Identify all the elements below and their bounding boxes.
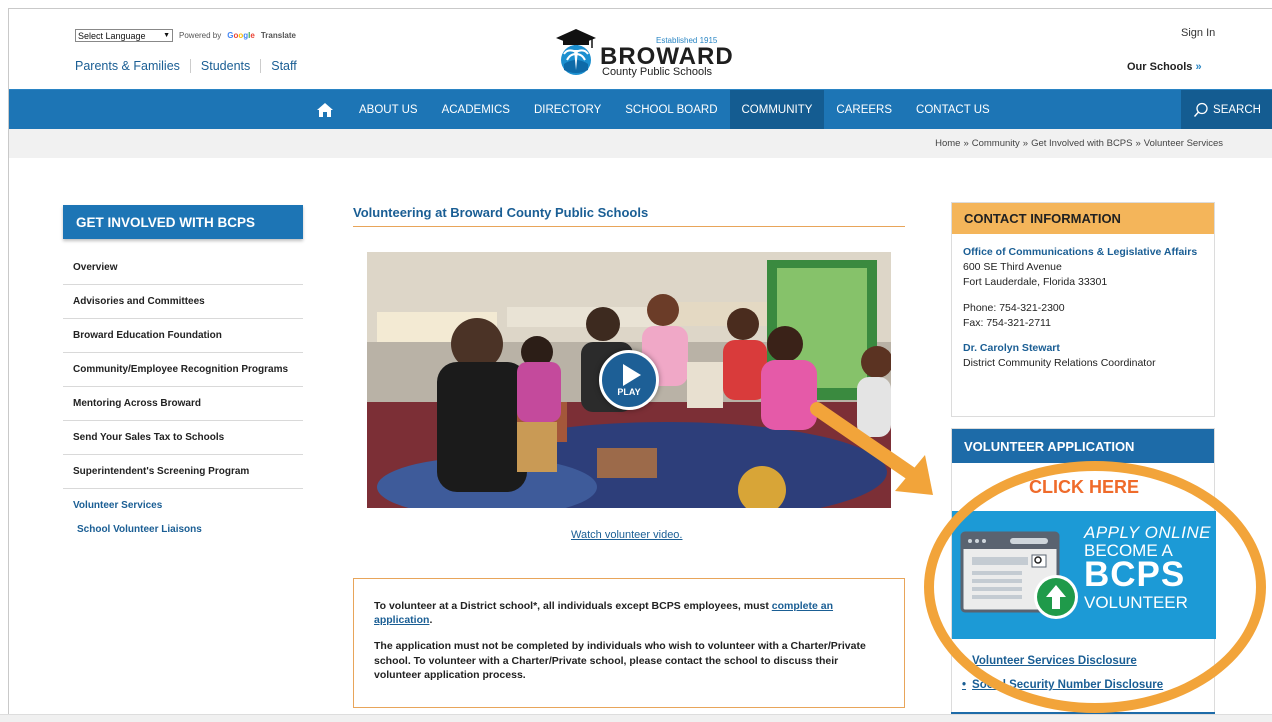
contact-info-title: CONTACT INFORMATION <box>952 203 1214 234</box>
contact-address-1: 600 SE Third Avenue <box>963 261 1062 274</box>
nav-directory[interactable]: DIRECTORY <box>522 90 613 130</box>
sidebar-list: Overview Advisories and Committees Browa… <box>63 251 303 543</box>
contact-org-link[interactable]: Office of Communications & Legislative A… <box>963 245 1203 260</box>
our-schools-link[interactable]: Our Schools » <box>1127 61 1202 73</box>
search-icon <box>1194 102 1208 117</box>
students-link[interactable]: Students <box>189 59 260 73</box>
language-select[interactable]: Select Language ▼ <box>75 29 173 42</box>
logo-emblem-icon <box>556 29 596 75</box>
bullet-icon: • <box>962 679 967 691</box>
site-header: Select Language ▼ Powered by Google Tran… <box>9 9 1272 89</box>
notice-paragraph-1: To volunteer at a District school*, all … <box>374 599 884 627</box>
play-icon <box>622 363 641 386</box>
ssn-disclosure-link[interactable]: • Social Security Number Disclosure <box>962 679 1163 691</box>
sidebar-item-mentoring[interactable]: Mentoring Across Broward <box>63 387 303 421</box>
staff-link[interactable]: Staff <box>260 59 306 73</box>
language-select-value: Select Language <box>78 30 146 41</box>
contact-address-2: Fort Lauderdale, Florida 33301 <box>963 276 1108 289</box>
nav-about-us[interactable]: ABOUT US <box>347 90 430 130</box>
home-icon[interactable] <box>316 101 334 119</box>
contact-person-link[interactable]: Dr. Carolyn Stewart <box>963 341 1203 356</box>
volunteer-links: • Volunteer Services Disclosure • Social S… <box>962 655 1163 703</box>
translate-bar: Select Language ▼ Powered by Google Tran… <box>75 29 296 42</box>
play-button[interactable]: PLAY <box>599 350 659 410</box>
sidebar-title: GET INVOLVED WITH BCPS <box>63 205 303 239</box>
sign-in-link[interactable]: Sign In <box>1181 27 1215 39</box>
click-here-label: CLICK HERE <box>1028 477 1139 497</box>
contact-info-body: Office of Communications & Legislative A… <box>952 234 1214 383</box>
breadcrumb-separator: » <box>963 138 969 149</box>
breadcrumb-current: Volunteer Services <box>1143 138 1223 149</box>
sidebar-item-overview[interactable]: Overview <box>63 251 303 285</box>
application-notice: To volunteer at a District school*, all … <box>353 578 905 708</box>
breadcrumb-separator: » <box>1022 138 1029 149</box>
page: Select Language ▼ Powered by Google Tran… <box>8 8 1272 722</box>
sidebar-item-screening-program[interactable]: Superintendent's Screening Program <box>63 455 303 489</box>
parents-families-link[interactable]: Parents & Families <box>75 59 190 73</box>
breadcrumb: Home» Community» Get Involved with BCPS» Vo… <box>935 138 1223 149</box>
page-title: Volunteering at Broward County Public Sc… <box>353 205 905 227</box>
volunteer-text: VOLUNTEER <box>1084 593 1188 612</box>
nav-contact-us[interactable]: CONTACT US <box>904 90 1002 130</box>
broward-logo[interactable]: Established 1915 BROWARD County Public S… <box>552 26 733 78</box>
nav-school-board[interactable]: SCHOOL BOARD <box>613 90 729 130</box>
nav-academics[interactable]: ACADEMICS <box>430 90 522 130</box>
nav-items: ABOUT US ACADEMICS DIRECTORY SCHOOL BOAR… <box>347 90 1002 130</box>
logo-subtitle: County Public Schools <box>602 66 713 78</box>
contact-info-box: CONTACT INFORMATION Office of Communicat… <box>951 202 1215 417</box>
volunteer-application-title: VOLUNTEER APPLICATION <box>952 429 1214 463</box>
chevron-right-icon: » <box>1195 61 1202 73</box>
volunteer-video[interactable]: PLAY <box>367 252 891 508</box>
bullet-icon: • <box>962 655 967 667</box>
bcps-text: BCPS <box>1084 555 1186 594</box>
notice-paragraph-2: The application must not be completed by… <box>374 640 866 681</box>
contact-person-block: Dr. Carolyn Stewart District Community R… <box>963 341 1203 371</box>
search-button[interactable]: SEARCH <box>1181 90 1272 130</box>
sidebar-subitem-volunteer-liaisons[interactable]: School Volunteer Liaisons <box>63 523 303 543</box>
sidebar: GET INVOLVED WITH BCPS Overview Advisori… <box>63 205 303 543</box>
sidebar-item-volunteer-services[interactable]: Volunteer Services <box>63 489 303 523</box>
volunteer-services-disclosure-link[interactable]: • Volunteer Services Disclosure <box>962 655 1163 667</box>
horizontal-scrollbar[interactable] <box>0 714 1272 722</box>
contact-phone: Phone: 754-321-2300 <box>963 301 1065 314</box>
sidebar-item-sales-tax[interactable]: Send Your Sales Tax to Schools <box>63 421 303 455</box>
sidebar-item-advisories[interactable]: Advisories and Committees <box>63 285 303 319</box>
translate-label: Translate <box>260 31 296 40</box>
watch-video-link[interactable]: Watch volunteer video. <box>571 529 682 541</box>
chevron-down-icon: ▼ <box>163 32 170 39</box>
contact-address-block: Office of Communications & Legislative A… <box>963 245 1203 291</box>
nav-careers[interactable]: CAREERS <box>824 90 904 130</box>
contact-fax: Fax: 754-321-2711 <box>963 316 1051 329</box>
breadcrumb-separator: » <box>1135 138 1141 149</box>
search-label: SEARCH <box>1213 104 1261 116</box>
apply-online-text: APPLY ONLINE <box>1084 523 1211 542</box>
apply-online-banner[interactable]: APPLY ONLINE BECOME A BCPS VOLUNTEER <box>952 511 1216 639</box>
breadcrumb-home[interactable]: Home <box>935 138 960 149</box>
sidebar-item-education-foundation[interactable]: Broward Education Foundation <box>63 319 303 353</box>
our-schools-label: Our Schools <box>1127 61 1193 73</box>
volunteer-application-box: VOLUNTEER APPLICATION CLICK HERE APPLY O… <box>951 428 1216 718</box>
notice-text-1-end: . <box>429 614 433 627</box>
main-content: Volunteering at Broward County Public Sc… <box>353 205 905 708</box>
main-nav: ABOUT US ACADEMICS DIRECTORY SCHOOL BOAR… <box>9 89 1272 130</box>
contact-person-title: District Community Relations Coordinator <box>963 357 1156 370</box>
notice-text-1: To volunteer at a District school*, all … <box>374 600 772 612</box>
nav-community[interactable]: COMMUNITY <box>729 90 825 130</box>
breadcrumb-bar: Home» Community» Get Involved with BCPS» Vo… <box>9 129 1272 158</box>
contact-phone-block: Phone: 754-321-2300 Fax: 754-321-2711 <box>963 301 1203 331</box>
powered-by-label: Powered by <box>179 31 222 40</box>
google-logo: Google <box>227 31 255 40</box>
breadcrumb-get-involved[interactable]: Get Involved with BCPS <box>1031 138 1132 149</box>
application-form-icon <box>960 531 1078 619</box>
breadcrumb-community[interactable]: Community <box>972 138 1020 149</box>
audience-nav: Parents & Families Students Staff <box>75 59 307 73</box>
right-column: CONTACT INFORMATION Office of Communicat… <box>951 202 1216 718</box>
sidebar-item-recognition-programs[interactable]: Community/Employee Recognition Programs <box>63 353 303 387</box>
play-label: PLAY <box>617 386 641 397</box>
